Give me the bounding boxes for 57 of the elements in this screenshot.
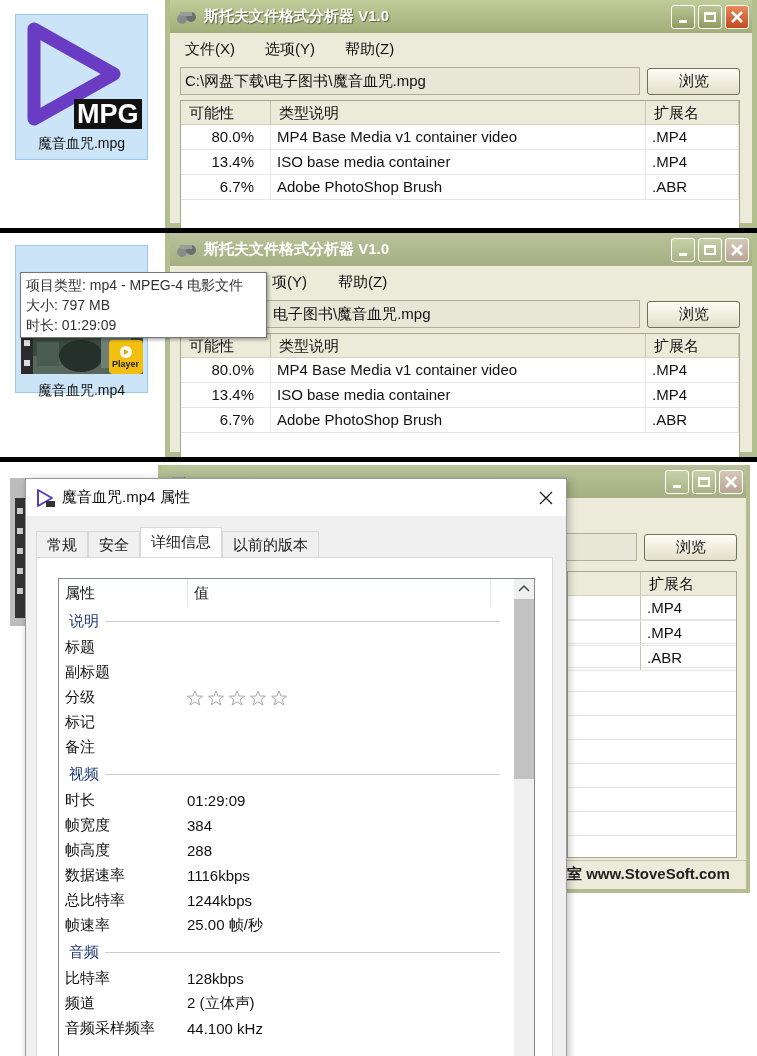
table-cell: ISO base media container: [271, 150, 646, 174]
property-value: 128kbps: [187, 970, 244, 987]
table-cell: ISO base media container: [271, 383, 646, 407]
property-name: 频道: [64, 994, 96, 1013]
section-title: 说明: [69, 611, 99, 631]
property-name: 音频采样频率: [64, 1019, 156, 1038]
window-title: 斯托夫文件格式分析器 V1.0: [204, 7, 390, 26]
section-title: 音频: [69, 942, 99, 962]
format-badge: MPG: [74, 99, 142, 129]
section-title: 视频: [69, 764, 99, 784]
property-value: 1116kbps: [187, 867, 250, 884]
property-name: 帧速率: [64, 916, 111, 935]
table-cell: 6.7%: [181, 175, 271, 199]
property-name: 时长: [64, 791, 96, 810]
dialog-title: 魔音血咒.mp4 属性: [62, 488, 190, 507]
table-cell: .ABR: [646, 408, 739, 432]
property-name: 副标题: [64, 663, 111, 682]
table-cell: 80.0%: [181, 125, 271, 149]
table-cell: 13.4%: [181, 383, 271, 407]
property-value: 1244kbps: [187, 892, 253, 909]
table-cell: .MP4: [640, 621, 736, 645]
property-value: 2 (立体声): [187, 994, 255, 1013]
table-cell: Adobe PhotoShop Brush: [271, 408, 646, 432]
tooltip-text: 项目类型: mp4 - MPEG-4 电影文件: [26, 276, 245, 295]
property-name: 分级: [64, 688, 96, 707]
property-name: 数据速率: [64, 866, 126, 885]
file-name: 魔音血咒.mpg: [37, 135, 126, 153]
table-cell: 6.7%: [181, 408, 271, 432]
table-cell: .ABR: [640, 646, 736, 670]
tooltip-text: 时长: 01:29:09: [26, 316, 118, 335]
file-name: 魔音血咒.mp4: [37, 382, 126, 400]
table-cell: 80.0%: [181, 358, 271, 382]
table-cell: MP4 Base Media v1 container video: [271, 125, 646, 149]
property-name: 总比特率: [64, 891, 126, 910]
property-name: 标题: [64, 638, 96, 657]
property-value: 288: [187, 842, 213, 859]
property-name: 标记: [64, 713, 96, 732]
property-name: 帧高度: [64, 841, 111, 860]
table-cell: .MP4: [646, 150, 739, 174]
table-cell: .MP4: [646, 125, 739, 149]
table-cell: MP4 Base Media v1 container video: [271, 358, 646, 382]
player-badge: Player: [108, 340, 143, 374]
table-cell: 13.4%: [181, 150, 271, 174]
property-value: 25.00 帧/秒: [187, 916, 263, 935]
property-value: 44.100 kHz: [187, 1020, 263, 1037]
table-cell: .MP4: [640, 596, 736, 620]
property-value: 01:29:09: [187, 792, 246, 809]
table-cell: .ABR: [646, 175, 739, 199]
property-value: 384: [187, 817, 213, 834]
property-name: 比特率: [64, 969, 111, 988]
table-cell: .MP4: [646, 383, 739, 407]
tooltip-text: 大小: 797 MB: [26, 296, 112, 315]
window-title: 斯托夫文件格式分析器 V1.0: [204, 240, 390, 259]
table-cell: .MP4: [646, 358, 739, 382]
property-name: 帧宽度: [64, 816, 111, 835]
table-cell: Adobe PhotoShop Brush: [271, 175, 646, 199]
property-name: 备注: [64, 738, 96, 757]
